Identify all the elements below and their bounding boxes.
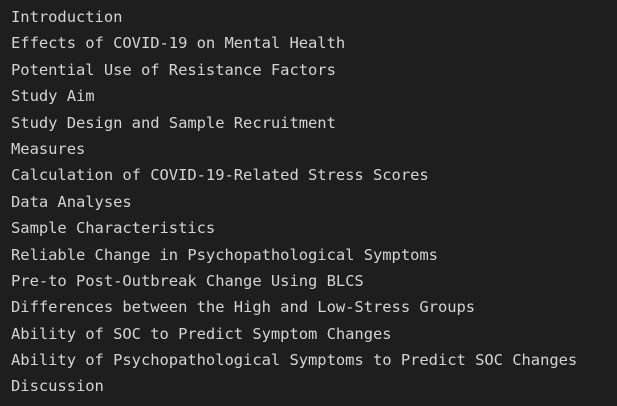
outline-line: Study Design and Sample Recruitment [11, 113, 336, 132]
outline-line: Measures [11, 139, 86, 158]
outline-line: Potential Use of Resistance Factors [11, 60, 336, 79]
outline-line: Reliable Change in Psychopathological Sy… [11, 245, 438, 264]
outline-line: Study Aim [11, 87, 95, 106]
outline-line: Sample Characteristics [11, 219, 216, 238]
outline-line: Effects of COVID-19 on Mental Health [11, 34, 346, 53]
outline-line: Data Analyses [11, 192, 132, 211]
outline-line: Calculation of COVID-19-Related Stress S… [11, 166, 429, 185]
outline-line: Ability of SOC to Predict Symptom Change… [11, 324, 392, 343]
outline-line: Introduction [11, 8, 123, 26]
outline-line: Differences between the High and Low-Str… [11, 298, 476, 317]
outline-line: Ability of Psychopathological Symptoms t… [11, 351, 578, 370]
text-output-panel: Introduction Effects of COVID-19 on Ment… [0, 0, 617, 406]
outline-line: Discussion [11, 377, 104, 396]
outline-line: Pre-to Post-Outbreak Change Using BLCS [11, 271, 364, 290]
